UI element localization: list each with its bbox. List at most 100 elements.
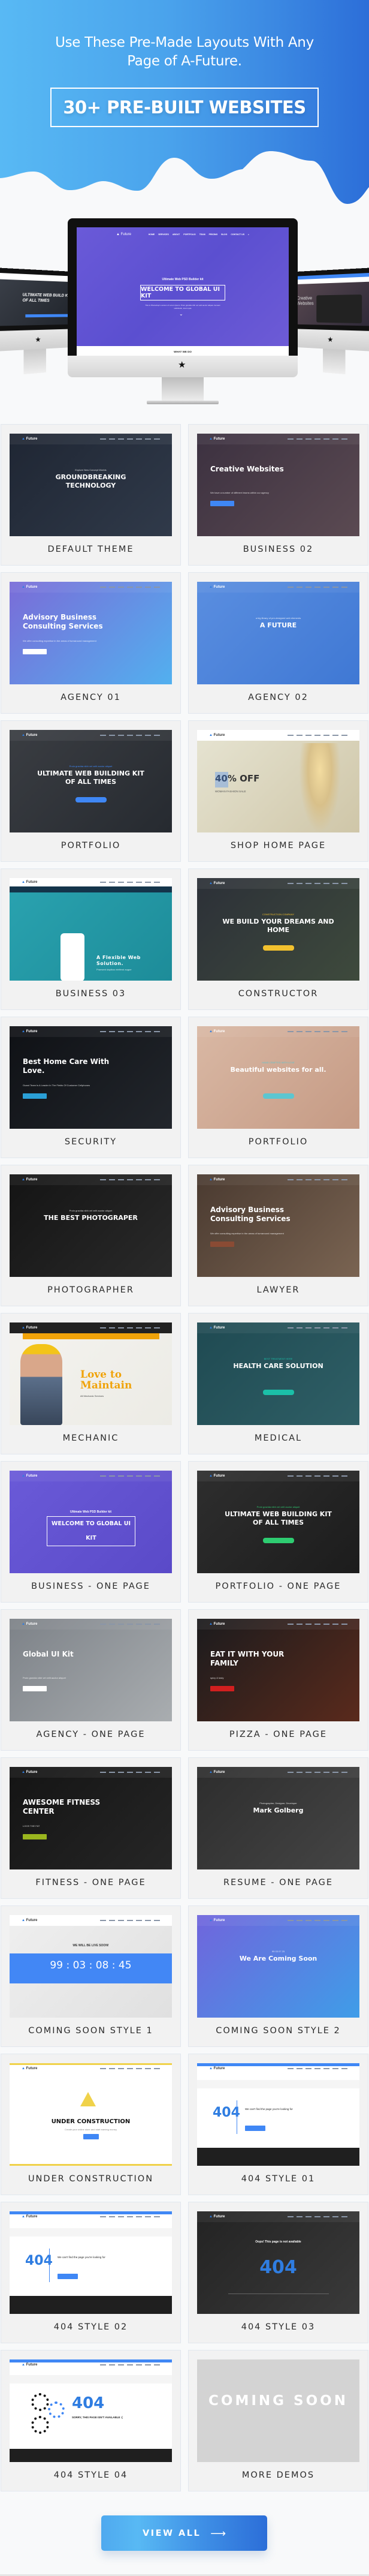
thumbnail-button [245, 2126, 265, 2131]
demo-thumbnail[interactable]: Future A Flexible Web Solution. Praesent d… [10, 878, 172, 981]
demo-card[interactable]: Future Advisory Business Consulting Servi… [1, 572, 181, 714]
demo-thumbnail[interactable]: Future a big library of pre-designed web … [197, 582, 359, 684]
demo-card[interactable]: Future a big library of pre-designed web … [188, 572, 368, 714]
demo-card[interactable]: Future Love to Maintain All Mechanic Servi… [1, 1313, 181, 1454]
demo-card[interactable]: Future HAND CRAFTED WITH LOVE Beautiful we… [188, 1017, 368, 1158]
demo-thumbnail[interactable]: Future Proin gravida nibh vel velit aucto… [10, 1174, 172, 1277]
demo-label[interactable]: SECURITY [1, 1137, 180, 1147]
demo-thumbnail[interactable]: Future Proin gravida nibh vel velit aucto… [197, 1471, 359, 1573]
demo-thumbnail[interactable]: Future Explore New Concept Worlds GROUNDBR… [10, 434, 172, 536]
demo-label[interactable]: PHOTOGRAPHER [1, 1285, 180, 1295]
demo-thumbnail[interactable]: Future Love to Maintain All Mechanic Servi… [10, 1322, 172, 1425]
demo-label[interactable]: AGENCY 01 [1, 693, 180, 702]
demo-card[interactable]: Future EAT IT WITH YOUR FAMILY spicy & tas… [188, 1609, 368, 1751]
demo-label[interactable]: BUSINESS 02 [189, 545, 368, 554]
demo-thumbnail[interactable]: Future Creative Websites We have a number … [197, 434, 359, 536]
demo-label[interactable]: MORE DEMOS [189, 2470, 368, 2480]
demo-thumbnail[interactable]: Future AWESOME FITNESS CENTER LOOS THE FAT [10, 1767, 172, 1869]
demo-thumbnail[interactable]: Future404We can't find the page you're l… [197, 2063, 359, 2166]
demo-card[interactable]: Future Ultimate Web PSD Builder kit WELCOM… [1, 1461, 181, 1603]
thumbnail-topbar [10, 2211, 172, 2214]
demo-card[interactable]: Future UNDER CONSTRUCTION Create your onli… [1, 2054, 181, 2195]
demo-thumbnail[interactable]: Future40% OFFWOMAN FASHION SALE [197, 730, 359, 832]
demo-card[interactable]: Future Oops! This page is not available 40… [188, 2202, 368, 2343]
demo-label[interactable]: BUSINESS 03 [1, 989, 180, 999]
demo-thumbnail[interactable]: Future 99 03 07 25 We Are Coming Soon [197, 1915, 359, 2018]
demo-thumbnail[interactable]: COMING SOON [197, 2359, 359, 2462]
demo-card[interactable]: Future Creative Websites We have a number … [188, 424, 368, 566]
demo-label[interactable]: UNDER CONSTRUCTION [1, 2174, 180, 2184]
thumbnail-button [23, 649, 47, 654]
demo-thumbnail[interactable]: Future Global UI Kit Proin gravida nibh ve… [10, 1619, 172, 1721]
demo-card[interactable]: Future404We can't find the page you're l… [188, 2054, 368, 2195]
demo-label[interactable]: CONSTRUCTOR [189, 989, 368, 999]
left-monitor: ULTIMATE WEB BUILD KIT OF ALL TIMES ★ [0, 267, 78, 375]
demo-thumbnail[interactable]: Future 404 SORRY, THIS PAGE ISN'T AVAILABL… [10, 2359, 172, 2462]
thumbnail-nav: Future [10, 434, 172, 444]
demo-label[interactable]: PORTFOLIO [189, 1137, 368, 1147]
demo-card[interactable]: Future AWESOME FITNESS CENTER LOOS THE FAT… [1, 1757, 181, 1899]
demo-card[interactable]: Future CONSTRUCTION COMPANY WE BUILD YOUR … [188, 868, 368, 1010]
demo-label[interactable]: 404 STYLE 03 [189, 2322, 368, 2332]
demo-card[interactable]: Future Proin gravida nibh vel velit aucto… [188, 1461, 368, 1603]
demo-thumbnail[interactable]: Future Advisory Business Consulting Servi… [197, 1174, 359, 1277]
demo-label[interactable]: MEDICAL [189, 1433, 368, 1443]
demo-thumbnail[interactable]: Future WE WILL BE LIVE SOON! 99 : 03 : 08 … [10, 1915, 172, 2018]
demo-thumbnail[interactable]: Future Best Home Care With Love. Guard Tea… [10, 1026, 172, 1129]
demo-label[interactable]: PORTFOLIO - ONE PAGE [189, 1582, 368, 1591]
demo-card[interactable]: Future Proin gravida nibh vel velit aucto… [1, 720, 181, 862]
thumbnail-subtitle: Proin gravida nibh vel velit auctor aliq… [69, 1209, 113, 1212]
demo-label[interactable]: 404 STYLE 04 [1, 2470, 180, 2480]
left-monitor-screen: ULTIMATE WEB BUILD KIT OF ALL TIMES [0, 272, 75, 326]
thumbnail-headline: ULTIMATE WEB BUILDING KIT OF ALL TIMES [225, 1510, 332, 1526]
demo-card[interactable]: Future Best Home Care With Love. Guard Tea… [1, 1017, 181, 1158]
demo-card[interactable]: Future Global UI Kit Proin gravida nibh ve… [1, 1609, 181, 1751]
demo-card[interactable]: Future Proin gravida nibh vel velit aucto… [1, 1165, 181, 1306]
demo-thumbnail[interactable]: Future EAT IT WITH YOUR FAMILY spicy & tas… [197, 1619, 359, 1721]
demo-card[interactable]: Future Photographer, Designer, DeveloperM… [188, 1757, 368, 1899]
demo-card[interactable]: Future Explore New Concept Worlds GROUNDBR… [1, 424, 181, 566]
demo-label[interactable]: FITNESS - ONE PAGE [1, 1878, 180, 1887]
demo-label[interactable]: COMING SOON STYLE 2 [189, 2026, 368, 2036]
demo-thumbnail[interactable]: Future HAND CRAFTED WITH LOVE Beautiful we… [197, 1026, 359, 1129]
demo-card[interactable]: Future40% OFFWOMAN FASHION SALE SHOP HOME… [188, 720, 368, 862]
demo-thumbnail[interactable]: Future Proin gravida nibh vel velit aucto… [10, 730, 172, 832]
demo-thumbnail[interactable]: Future Photographer, Designer, DeveloperM… [197, 1767, 359, 1869]
demo-card[interactable]: Future Advisory Business Consulting Servi… [188, 1165, 368, 1306]
thumbnail-button [23, 1834, 47, 1839]
demo-label[interactable]: AGENCY 02 [189, 693, 368, 702]
thumbnail-subtitle: a big library of pre-designed web elemen… [255, 617, 301, 620]
demo-card[interactable]: Future 404 SORRY, THIS PAGE ISN'T AVAILABL… [1, 2350, 181, 2491]
gear-icon [31, 2393, 49, 2411]
demo-label[interactable]: 404 STYLE 02 [1, 2322, 180, 2332]
demo-card[interactable]: Future BEST TREATMENT HERE HEALTH CARE SOL… [188, 1313, 368, 1454]
demo-label[interactable]: COMING SOON STYLE 1 [1, 2026, 180, 2036]
thumbnail-subtitle: All Mechanic Services [80, 1394, 104, 1397]
demo-label[interactable]: BUSINESS - ONE PAGE [1, 1582, 180, 1591]
demo-thumbnail[interactable]: Future UNDER CONSTRUCTION Create your onli… [10, 2063, 172, 2166]
demo-thumbnail[interactable]: Future Advisory Business Consulting Servi… [10, 582, 172, 684]
monitor-chin: ★ [0, 329, 78, 351]
demo-label[interactable]: AGENCY - ONE PAGE [1, 1730, 180, 1739]
demo-card[interactable]: Future WE WILL BE LIVE SOON! 99 : 03 : 08 … [1, 1905, 181, 2047]
demo-label[interactable]: 404 STYLE 01 [189, 2174, 368, 2184]
demo-thumbnail[interactable]: Future404We can't find the page you're l… [10, 2211, 172, 2314]
demo-label[interactable]: RESUME - ONE PAGE [189, 1878, 368, 1887]
demo-label[interactable]: LAWYER [189, 1285, 368, 1295]
demo-label[interactable]: DEFAULT THEME [1, 545, 180, 554]
demo-thumbnail[interactable]: Future Oops! This page is not available 40… [197, 2211, 359, 2314]
demo-thumbnail[interactable]: Future CONSTRUCTION COMPANY WE BUILD YOUR … [197, 878, 359, 981]
demo-label[interactable]: MECHANIC [1, 1433, 180, 1443]
thumbnail-nav-links [288, 1179, 347, 1180]
demo-label[interactable]: PORTFOLIO [1, 841, 180, 850]
demo-label[interactable]: PIZZA - ONE PAGE [189, 1730, 368, 1739]
demo-label[interactable]: SHOP HOME PAGE [189, 841, 368, 850]
warning-icon [80, 2092, 96, 2106]
demo-card[interactable]: Future 99 03 07 25 We Are Coming Soon COMIN… [188, 1905, 368, 2047]
demo-thumbnail[interactable]: Future BEST TREATMENT HERE HEALTH CARE SOL… [197, 1322, 359, 1425]
demo-thumbnail[interactable]: Future Ultimate Web PSD Builder kit WELCOM… [10, 1471, 172, 1573]
demo-card[interactable]: Future404We can't find the page you're l… [1, 2202, 181, 2343]
demo-card[interactable]: COMING SOON MORE DEMOS [188, 2350, 368, 2491]
demo-card[interactable]: Future A Flexible Web Solution. Praesent d… [1, 868, 181, 1010]
view-all-button[interactable]: VIEW ALL ⟶ [101, 2515, 267, 2551]
